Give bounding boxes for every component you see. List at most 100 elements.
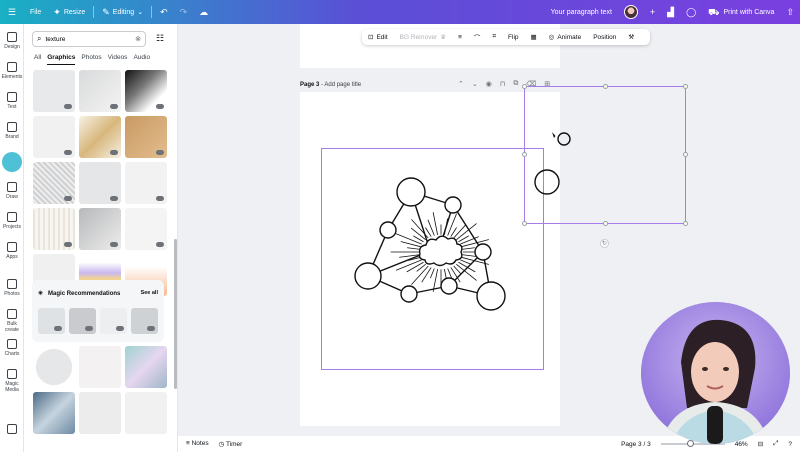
rail-item-magic-media[interactable]: Magic Media: [0, 369, 24, 393]
selected-element-bounding-box[interactable]: [524, 86, 686, 224]
corner-rounding-icon: ⌒: [473, 35, 481, 42]
resize-handle-se[interactable]: [683, 221, 688, 226]
editing-mode-dropdown[interactable]: ✎ Editing ⌄: [96, 0, 149, 24]
rail-item-projects[interactable]: Projects: [0, 212, 24, 230]
help-icon[interactable]: ?: [788, 441, 792, 448]
zoom-level[interactable]: 46%: [735, 441, 748, 448]
analytics-button[interactable]: ▟: [661, 0, 680, 24]
see-all-link[interactable]: See all: [141, 290, 158, 296]
graphic-thumbnail[interactable]: [33, 208, 75, 250]
network-doodle-graphic[interactable]: [350, 172, 520, 322]
position-button[interactable]: Position: [587, 34, 622, 41]
graphic-thumbnail[interactable]: [125, 116, 167, 158]
tab-all[interactable]: All: [34, 54, 41, 65]
recommendation-thumbnail[interactable]: [100, 308, 127, 334]
tab-videos[interactable]: Videos: [108, 54, 128, 65]
stroke-button[interactable]: ≡: [452, 34, 468, 41]
graphic-thumbnail[interactable]: [125, 208, 167, 250]
graphic-thumbnail[interactable]: [125, 162, 167, 204]
graphic-thumbnail[interactable]: [125, 70, 167, 112]
grid-view-icon[interactable]: ⊟: [758, 440, 763, 448]
eye-icon[interactable]: ◉: [486, 80, 492, 88]
timer-button[interactable]: ◷ Timer: [219, 440, 243, 448]
search-input[interactable]: [45, 35, 126, 43]
panel-scrollbar[interactable]: [174, 239, 177, 389]
graphic-thumbnail[interactable]: [33, 346, 75, 388]
resize-handle-w[interactable]: [522, 152, 527, 157]
bg-remover-button[interactable]: BG Remover ♛: [394, 33, 452, 42]
resize-handle-n[interactable]: [603, 84, 608, 89]
rail-item-text[interactable]: Text: [0, 92, 24, 110]
rail-item-photos[interactable]: Photos: [0, 279, 24, 297]
graphic-thumbnail[interactable]: [79, 162, 121, 204]
chevron-down-icon[interactable]: ⌄: [472, 80, 478, 88]
chevron-down-icon: ⌄: [137, 9, 144, 16]
search-box[interactable]: ⌕ ⊗: [32, 31, 146, 47]
rail-item-bulk-create[interactable]: Bulk create: [0, 309, 24, 333]
graphic-thumbnail[interactable]: [79, 70, 121, 112]
share-button[interactable]: ⇧: [780, 0, 800, 24]
rail-item-draw[interactable]: Draw: [0, 182, 24, 200]
graphic-thumbnail[interactable]: [79, 116, 121, 158]
graphic-thumbnail[interactable]: [125, 392, 167, 434]
chevron-up-icon[interactable]: ⌃: [458, 80, 464, 88]
recommendation-thumbnail[interactable]: [69, 308, 96, 334]
cloud-save-button[interactable]: ☁: [193, 0, 214, 24]
print-with-canva-button[interactable]: ⛟ Print with Canva: [702, 0, 780, 24]
graphic-thumbnail[interactable]: [125, 346, 167, 388]
recommendation-thumbnail[interactable]: [131, 308, 158, 334]
rail-item-brand[interactable]: Brand: [0, 122, 24, 140]
transparency-button[interactable]: ▦: [525, 33, 543, 41]
graphic-thumbnail[interactable]: [33, 392, 75, 434]
rail-item-uploads[interactable]: [0, 152, 24, 172]
sunburst-ray: [430, 268, 435, 279]
menu-icon[interactable]: ☰: [0, 0, 24, 24]
page-indicator[interactable]: Page 3 / 3: [621, 441, 651, 448]
copy-style-button[interactable]: ⚒: [622, 33, 640, 41]
corner-button[interactable]: ⌒: [468, 32, 487, 42]
file-label: File: [30, 8, 42, 16]
rail-item-charts[interactable]: Charts: [0, 339, 24, 357]
add-collaborator-button[interactable]: +: [644, 0, 661, 24]
lock-icon[interactable]: ⊓: [500, 80, 505, 88]
edit-button[interactable]: ⊡ Edit: [362, 33, 394, 42]
resize-handle-s[interactable]: [603, 221, 608, 226]
graphic-thumbnail[interactable]: [33, 162, 75, 204]
duplicate-page-icon[interactable]: ⧉: [513, 80, 518, 88]
crop-button[interactable]: ⌗: [486, 33, 502, 41]
resize-handle-ne[interactable]: [683, 84, 688, 89]
document-title[interactable]: Your paragraph text: [545, 0, 618, 24]
rotate-handle[interactable]: ↻: [600, 239, 609, 248]
flip-button[interactable]: Flip: [502, 34, 524, 41]
zoom-slider-knob[interactable]: [687, 440, 695, 447]
file-menu[interactable]: File: [24, 0, 47, 24]
resize-handle-e[interactable]: [683, 152, 688, 157]
graphic-thumbnail[interactable]: [79, 346, 121, 388]
rail-item-magic[interactable]: [0, 424, 24, 436]
comments-button[interactable]: ◯: [680, 0, 702, 24]
graphic-thumbnail[interactable]: [79, 208, 121, 250]
rail-item-elements[interactable]: Elements: [0, 62, 24, 80]
rail-item-apps[interactable]: Apps: [0, 242, 24, 260]
resize-handle-sw[interactable]: [522, 221, 527, 226]
graphic-thumbnail[interactable]: [33, 70, 75, 112]
rail-item-design[interactable]: Design: [0, 32, 24, 50]
fullscreen-icon[interactable]: ⤢: [773, 440, 778, 448]
tab-audio[interactable]: Audio: [133, 54, 150, 65]
redo-button[interactable]: ↷: [174, 0, 194, 24]
animate-button[interactable]: ◎ Animate: [543, 33, 588, 42]
user-avatar[interactable]: [618, 0, 644, 24]
tab-graphics[interactable]: Graphics: [47, 54, 76, 65]
page-title-placeholder[interactable]: Add page title: [324, 82, 361, 88]
notes-button[interactable]: ≡ Notes: [186, 440, 209, 448]
resize-button[interactable]: ✦ Resize: [47, 0, 91, 24]
clear-search-icon[interactable]: ⊗: [135, 35, 141, 43]
undo-button[interactable]: ↶: [154, 0, 174, 24]
graphic-thumbnail[interactable]: [33, 116, 75, 158]
resize-handle-nw[interactable]: [522, 84, 527, 89]
graphic-thumbnail[interactable]: [79, 392, 121, 434]
recommendation-thumbnail[interactable]: [38, 308, 65, 334]
page-label[interactable]: Page 3 - Add page title: [300, 82, 361, 88]
tab-photos[interactable]: Photos: [81, 54, 101, 65]
filter-icon[interactable]: ☷: [156, 33, 164, 44]
